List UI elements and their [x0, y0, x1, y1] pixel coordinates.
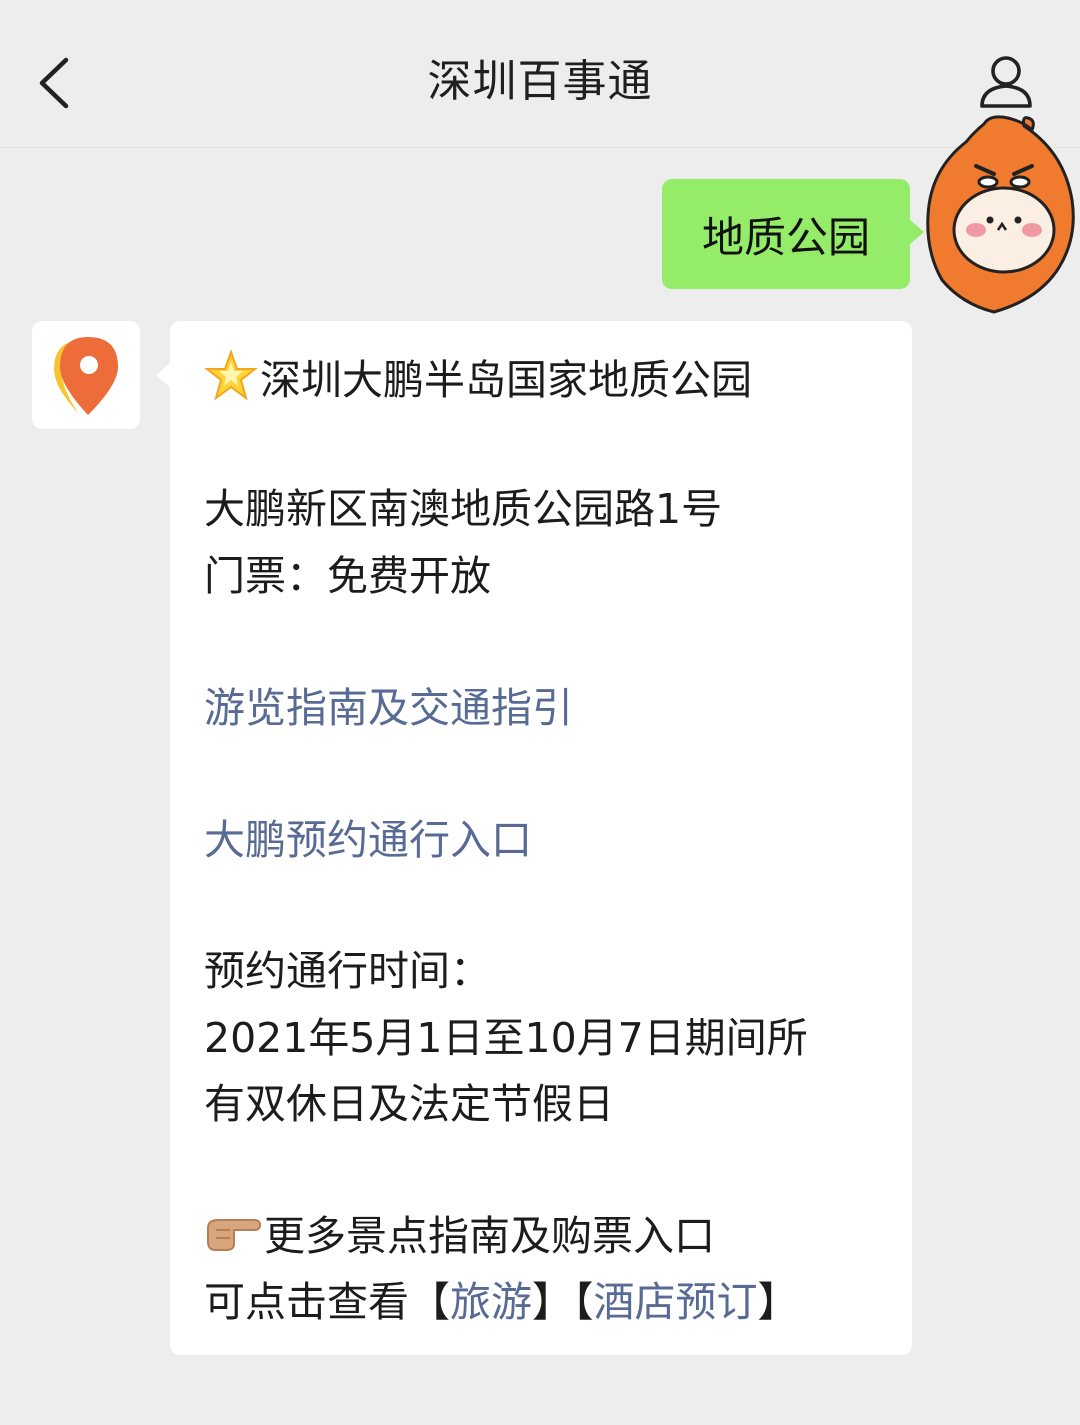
pointing-hand-emoji-icon — [204, 1210, 262, 1268]
sender-avatar[interactable] — [32, 321, 140, 429]
self-avatar[interactable] — [924, 112, 1080, 314]
person-icon — [980, 56, 1032, 108]
park-name: 深圳大鹏半岛国家地质公园 — [260, 356, 752, 404]
more-info-text: 更多景点指南及购票入口 — [264, 1212, 715, 1260]
bracket-open: 【 — [409, 1278, 450, 1326]
bracket-open: 【 — [573, 1278, 594, 1326]
outgoing-message-bubble[interactable]: 地质公园 — [662, 179, 924, 289]
hotel-booking-link[interactable]: 酒店预订 — [594, 1278, 758, 1326]
address-text: 大鹏新区南澳地质公园路1号 — [204, 485, 723, 533]
travel-link[interactable]: 旅游 — [450, 1278, 532, 1326]
click-prefix: 可点击查看 — [204, 1278, 409, 1326]
more-info-line: 更多景点指南及购票入口 — [204, 1208, 715, 1268]
bracket-close: 】 — [532, 1278, 573, 1326]
guide-link[interactable]: 游览指南及交通指引 — [204, 680, 573, 736]
reservation-time-line-2: 有双休日及法定节假日 — [204, 1080, 614, 1128]
map-pin-icon — [54, 337, 118, 415]
outgoing-message-text: 地质公园 — [701, 212, 870, 262]
park-name-line: 深圳大鹏半岛国家地质公园 — [204, 348, 752, 417]
reservation-link[interactable]: 大鹏预约通行入口 — [204, 812, 532, 868]
cartoon-avatar-icon — [926, 115, 1075, 314]
reservation-time-label: 预约通行时间： — [204, 947, 491, 995]
reservation-time-line-1: 2021年5月1日至10月7日期间所 — [204, 1014, 808, 1062]
bracket-close: 】 — [757, 1278, 799, 1326]
page-title: 深圳百事通 — [427, 56, 653, 107]
incoming-message-bubble: 深圳大鹏半岛国家地质公园 大鹏新区南澳地质公园路1号 门票：免费开放 游览指南及… — [156, 321, 912, 1355]
click-to-view-line: 可点击查看【旅游】【酒店预订】 — [204, 1274, 799, 1330]
profile-button[interactable] — [976, 52, 1036, 112]
top-bar: 深圳百事通 — [0, 0, 1080, 148]
star-emoji-icon — [204, 348, 258, 417]
ticket-text: 门票：免费开放 — [204, 552, 491, 600]
